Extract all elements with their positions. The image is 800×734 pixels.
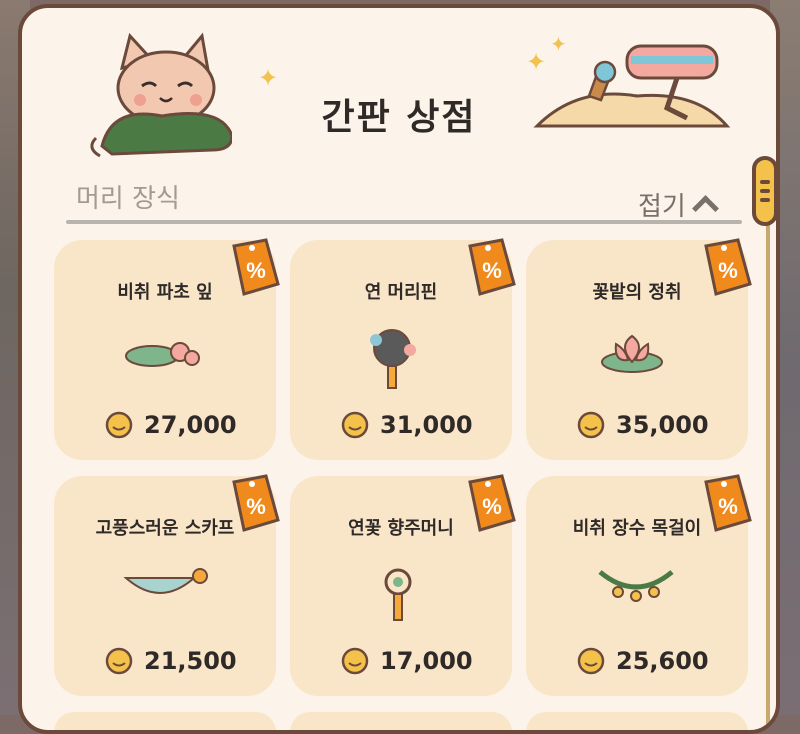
tag-label: % — [246, 258, 266, 283]
item-card[interactable]: 연꽃 향주머니 % 17,000 — [290, 474, 516, 696]
discount-tag-icon: % — [704, 474, 752, 532]
item-image — [598, 570, 674, 602]
discount-tag-icon: % — [232, 238, 280, 296]
collapse-label: 접기 — [638, 192, 686, 222]
discount-tag-icon: % — [232, 474, 280, 532]
item-card[interactable]: 비취 장수 목걸이 % 25,600 — [526, 474, 752, 696]
tag-label: % — [246, 494, 266, 519]
item-price: 31,000 — [380, 411, 473, 439]
sparkle-icon: ✦ — [258, 64, 279, 92]
discount-tag-icon: % — [468, 238, 516, 296]
item-card[interactable] — [54, 712, 276, 730]
bell-coin-icon — [105, 647, 133, 675]
section-divider — [66, 220, 742, 224]
price-row: 25,600 — [576, 646, 709, 676]
chevron-up-icon — [691, 195, 719, 222]
item-image — [601, 334, 663, 373]
tag-label: % — [482, 258, 502, 283]
shop-title: 간판 상점 — [321, 97, 477, 138]
item-price: 35,000 — [616, 411, 709, 439]
tag-label: % — [482, 494, 502, 519]
item-card[interactable]: 꽃밭의 정취 % 35,000 — [526, 238, 752, 460]
item-image — [123, 568, 208, 594]
item-image — [125, 342, 200, 367]
scrollbar-thumb[interactable] — [752, 156, 776, 226]
item-price: 17,000 — [380, 647, 473, 675]
discount-tag-icon: % — [468, 474, 516, 532]
tag-label: % — [718, 494, 738, 519]
price-row: 17,000 — [340, 646, 473, 676]
item-price: 27,000 — [144, 411, 237, 439]
section-title: 머리 장식 — [76, 184, 180, 214]
bell-coin-icon — [105, 411, 133, 439]
bell-coin-icon — [577, 411, 605, 439]
item-image — [384, 568, 412, 621]
price-row: 27,000 — [104, 410, 237, 440]
price-row: 31,000 — [340, 410, 473, 440]
scrollbar-track[interactable] — [766, 188, 770, 730]
price-row: 35,000 — [576, 410, 709, 440]
price-row: 21,500 — [104, 646, 237, 676]
item-card[interactable] — [290, 712, 512, 730]
bell-coin-icon — [341, 411, 369, 439]
item-price: 25,600 — [616, 647, 709, 675]
item-card[interactable]: 연 머리핀 % 31,000 — [290, 238, 516, 460]
item-card[interactable] — [526, 712, 748, 730]
discount-tag-icon: % — [704, 238, 752, 296]
item-image — [370, 329, 416, 389]
item-price: 21,500 — [144, 647, 237, 675]
bell-coin-icon — [341, 647, 369, 675]
item-card[interactable]: 비취 파초 잎 % 27,000 — [54, 238, 280, 460]
collapse-button[interactable]: 접기 — [638, 186, 719, 223]
shop-panel: ✦ ✦ ✦ 간판 상점 머리 장식 접기 비취 파초 잎 % 27,000 연 … — [18, 4, 780, 734]
bell-coin-icon — [577, 647, 605, 675]
item-card[interactable]: 고풍스러운 스카프 % 21,500 — [54, 474, 280, 696]
tag-label: % — [718, 258, 738, 283]
